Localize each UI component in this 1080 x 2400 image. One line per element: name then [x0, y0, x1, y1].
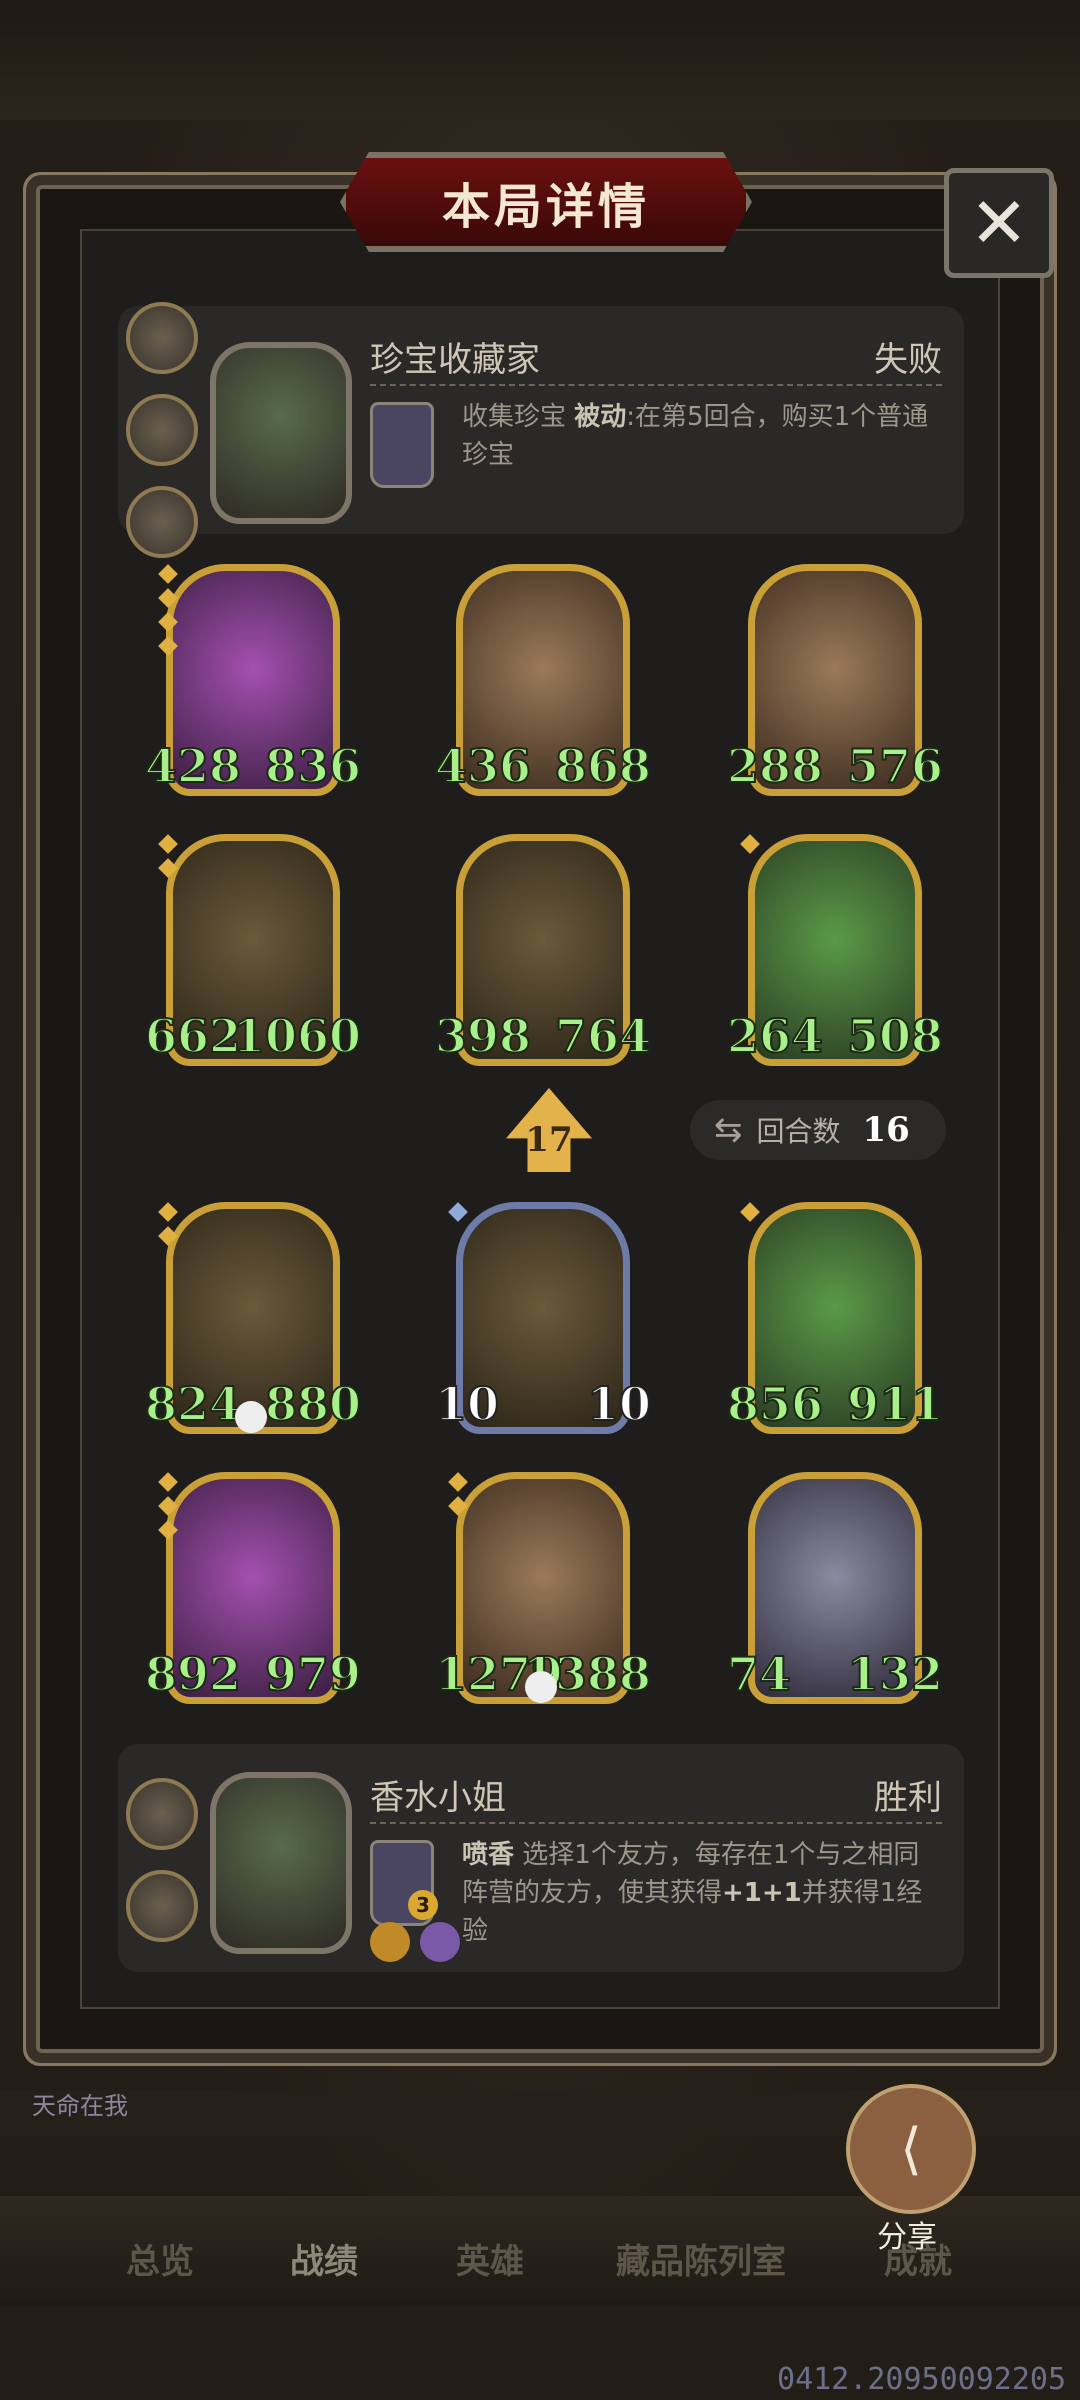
- tier-pips: [448, 1472, 468, 1523]
- health-value: 868: [554, 738, 652, 794]
- share-icon: ⟨: [900, 2116, 922, 2182]
- tier-pips: [448, 1202, 468, 1229]
- tier-pips: [158, 564, 178, 663]
- attack-value: 74: [726, 1646, 792, 1702]
- health-value: 1060: [232, 1008, 362, 1064]
- minion-card[interactable]: 436 868: [434, 564, 652, 796]
- relic-icon[interactable]: [126, 394, 198, 466]
- health-value: 508: [846, 1008, 944, 1064]
- player-result: 胜利: [874, 1778, 942, 1818]
- minion-card[interactable]: 856 911: [726, 1202, 944, 1434]
- relic-icon[interactable]: [126, 486, 198, 558]
- minion-card[interactable]: 824 880: [144, 1202, 362, 1434]
- skill-desc-bold: +1+1: [722, 1878, 802, 1908]
- skill-level-badge: 3: [408, 1890, 438, 1920]
- minion-card[interactable]: 662 1060: [144, 834, 362, 1066]
- attack-value: 662: [144, 1008, 242, 1064]
- minion-card[interactable]: 74 132: [726, 1472, 944, 1704]
- attack-value: 824: [144, 1376, 242, 1432]
- health-value: 10: [586, 1376, 652, 1432]
- opponent-result: 失败: [874, 340, 942, 380]
- hero-skill-icon[interactable]: [370, 402, 434, 488]
- minion-card[interactable]: 398 764: [434, 834, 652, 1066]
- minion-card[interactable]: 428 836: [144, 564, 362, 796]
- player-hero-portrait[interactable]: [210, 1772, 352, 1954]
- nav-item-records[interactable]: 战绩: [290, 2234, 358, 2283]
- tier-pips: [158, 834, 178, 885]
- deathrattle-skull-icon: [525, 1671, 557, 1703]
- share-button[interactable]: ⟨: [846, 2084, 976, 2214]
- level-value: 17: [525, 1120, 573, 1160]
- nav-item-collection[interactable]: 藏品陈列室: [616, 2234, 786, 2283]
- buff-icon[interactable]: [420, 1922, 460, 1962]
- skill-name: 收集珍宝: [462, 402, 567, 432]
- top-bar: [0, 0, 1080, 120]
- player-name: 香水小姐: [370, 1778, 506, 1818]
- divider: [370, 1822, 942, 1824]
- minion-card[interactable]: 892 979: [144, 1472, 362, 1704]
- health-value: 576: [846, 738, 944, 794]
- health-value: 979: [264, 1646, 362, 1702]
- skill-name: 喷香: [462, 1840, 515, 1870]
- title-plate: 本局详情: [340, 152, 752, 252]
- page-title: 本局详情: [441, 179, 650, 235]
- relic-icon[interactable]: [126, 1870, 198, 1942]
- rounds-value: 16: [862, 1110, 910, 1150]
- health-value: 880: [264, 1376, 362, 1432]
- divider: [370, 384, 942, 386]
- opponent-hero-portrait[interactable]: [210, 342, 352, 524]
- relic-icon[interactable]: [126, 1778, 198, 1850]
- player-skill-text: 喷香 选择1个友方，每存在1个与之相同阵营的友方，使其获得+1+1并获得1经验: [462, 1836, 938, 1950]
- tier-pips: [740, 1202, 760, 1229]
- relic-icon[interactable]: [126, 302, 198, 374]
- opponent-skill-text: 收集珍宝 被动:在第5回合，购买1个普通珍宝: [462, 398, 938, 474]
- tribe-icon[interactable]: [370, 1922, 410, 1962]
- attack-value: 856: [726, 1376, 824, 1432]
- health-value: 132: [846, 1646, 944, 1702]
- attack-value: 10: [434, 1376, 500, 1432]
- minion-card[interactable]: 1279 1388: [434, 1472, 652, 1704]
- attack-value: 436: [434, 738, 532, 794]
- close-icon: ✕: [969, 182, 1029, 264]
- health-value: 836: [264, 738, 362, 794]
- close-button[interactable]: ✕: [944, 168, 1054, 278]
- attack-value: 428: [144, 738, 242, 794]
- nav-item-overview[interactable]: 总览: [126, 2234, 194, 2283]
- rounds-counter: ⇆ 回合数 16: [690, 1100, 946, 1160]
- version-text: 0412.20950092205: [777, 2362, 1066, 2397]
- deathrattle-skull-icon: [235, 1401, 267, 1433]
- rounds-label: 回合数: [756, 1115, 841, 1148]
- attack-value: 892: [144, 1646, 242, 1702]
- tier-pips: [740, 834, 760, 861]
- swap-icon: ⇆: [714, 1110, 743, 1150]
- player-panel: 香水小姐 胜利 3 喷香 选择1个友方，每存在1个与之相同阵营的友方，使其获得+…: [118, 1744, 964, 1972]
- minion-card[interactable]: 10 10: [434, 1202, 652, 1434]
- skill-type: 被动: [574, 402, 627, 432]
- attack-value: 398: [434, 1008, 532, 1064]
- minion-card[interactable]: 288 576: [726, 564, 944, 796]
- attack-value: 264: [726, 1008, 824, 1064]
- tier-pips: [158, 1202, 178, 1253]
- opponent-name: 珍宝收藏家: [370, 340, 540, 380]
- health-value: 911: [846, 1376, 944, 1432]
- health-value: 764: [554, 1008, 652, 1064]
- nav-item-heroes[interactable]: 英雄: [456, 2234, 524, 2283]
- opponent-panel: 珍宝收藏家 失败 收集珍宝 被动:在第5回合，购买1个普通珍宝: [118, 302, 964, 558]
- attack-value: 288: [726, 738, 824, 794]
- chat-preview: 天命在我: [32, 2092, 128, 2120]
- share-label: 分享: [877, 2220, 937, 2255]
- minion-card[interactable]: 264 508: [726, 834, 944, 1066]
- tier-pips: [158, 1472, 178, 1547]
